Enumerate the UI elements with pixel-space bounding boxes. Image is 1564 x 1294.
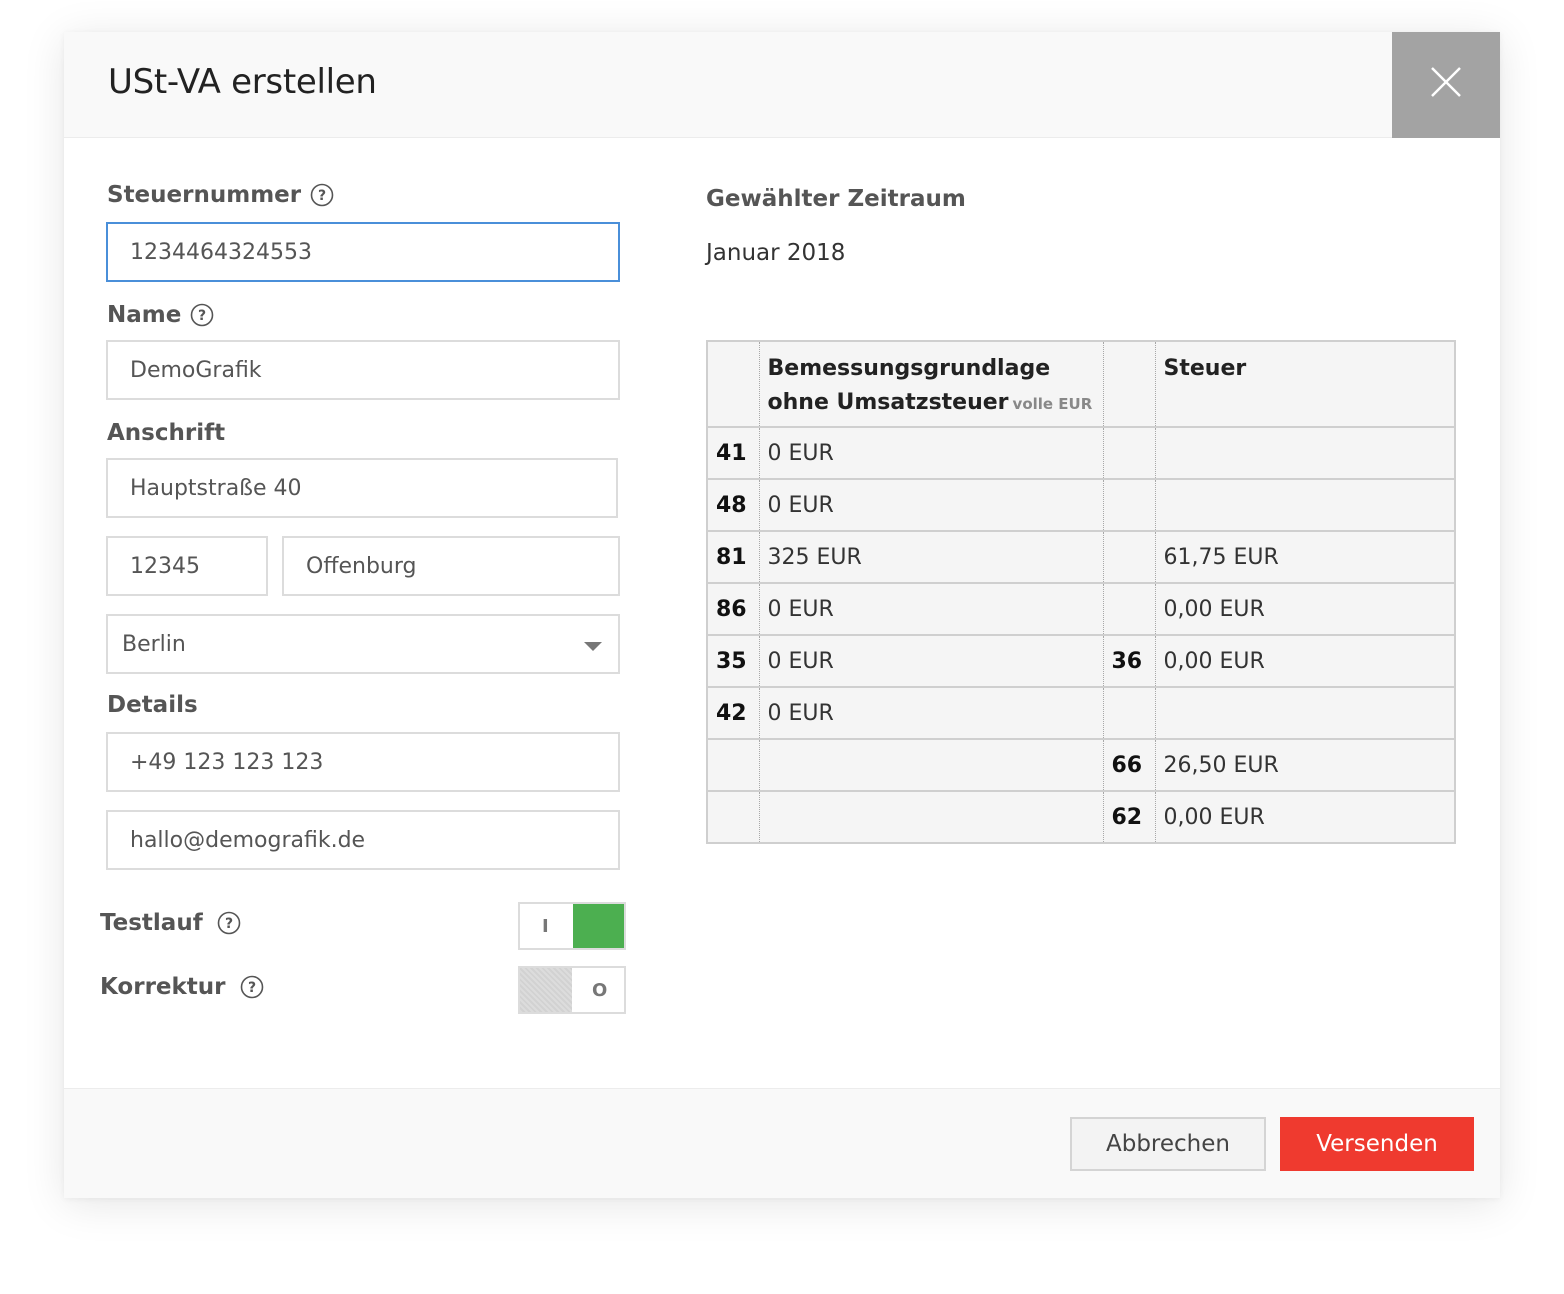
row-code: 81 [707,530,760,584]
table-row: 86 0 EUR 0,00 EUR [707,582,1455,636]
table-row: 81 325 EUR 61,75 EUR [707,530,1455,584]
svg-text:?: ? [225,916,233,932]
row-tax-code [1103,426,1156,480]
row-tax-code [1103,686,1156,740]
name-input[interactable]: DemoGrafik [106,340,620,400]
help-icon[interactable]: ? [190,303,214,327]
correction-toggle[interactable]: O [518,966,626,1014]
name-value: DemoGrafik [130,357,262,383]
row-base: 0 EUR [759,426,1104,480]
row-tax: 26,50 EUR [1155,738,1455,792]
tax-number-label: Steuernummer ? [107,182,334,208]
row-base [759,738,1104,792]
name-label: Name ? [107,302,214,328]
row-tax-code: 36 [1103,634,1156,688]
table-row: 35 0 EUR 36 0,00 EUR [707,634,1455,688]
row-tax [1155,478,1455,532]
row-tax: 0,00 EUR [1155,634,1455,688]
row-base: 0 EUR [759,634,1104,688]
row-code: 41 [707,426,760,480]
dialog-footer: Abbrechen Versenden [64,1088,1500,1198]
street-value: Hauptstraße 40 [130,475,302,501]
row-code: 48 [707,478,760,532]
help-icon[interactable]: ? [310,183,334,207]
table-row: 48 0 EUR [707,478,1455,532]
table-row: 62 0,00 EUR [707,790,1455,844]
phone-value: +49 123 123 123 [130,749,324,775]
row-tax: 0,00 EUR [1155,582,1455,636]
zip-input[interactable]: 12345 [106,536,268,596]
send-button[interactable]: Versenden [1280,1117,1474,1171]
period-heading: Gewählter Zeitraum [706,186,966,212]
toggle-knob [520,968,572,1012]
header-tax-code [1103,340,1156,428]
row-tax-code [1103,530,1156,584]
cancel-button[interactable]: Abbrechen [1070,1117,1266,1171]
correction-label: Korrektur ? [100,974,264,1000]
svg-text:?: ? [247,980,255,996]
testrun-label: Testlauf ? [100,910,241,936]
row-code: 86 [707,582,760,636]
city-value: Offenburg [306,553,417,579]
header-tax: Steuer [1155,340,1455,428]
row-base: 0 EUR [759,686,1104,740]
row-tax: 61,75 EUR [1155,530,1455,584]
zip-value: 12345 [130,553,200,579]
close-button[interactable] [1392,32,1500,138]
row-base [759,790,1104,844]
dialog: USt-VA erstellen Steuernummer ? 12344643… [64,32,1500,1198]
tax-table: Bemessungsgrundlage ohne Umsatzsteuer vol… [706,340,1456,844]
table-row: 66 26,50 EUR [707,738,1455,792]
row-tax-code [1103,582,1156,636]
email-value: hallo@demografik.de [130,827,366,853]
period-value: Januar 2018 [706,240,846,266]
tax-number-value: 1234464324553 [130,239,312,265]
svg-text:?: ? [198,308,206,324]
svg-text:?: ? [318,188,326,204]
table-header-row: Bemessungsgrundlage ohne Umsatzsteuer vol… [707,340,1455,428]
phone-input[interactable]: +49 123 123 123 [106,732,620,792]
table-row: 41 0 EUR [707,426,1455,480]
row-base: 0 EUR [759,582,1104,636]
row-code [707,790,760,844]
city-input[interactable]: Offenburg [282,536,620,596]
state-select[interactable]: Berlin [106,614,620,674]
row-tax-code [1103,478,1156,532]
header-base: Bemessungsgrundlage ohne Umsatzsteuer vol… [759,340,1104,428]
row-code: 35 [707,634,760,688]
street-input[interactable]: Hauptstraße 40 [106,458,618,518]
row-tax [1155,426,1455,480]
header-code [707,340,760,428]
state-value: Berlin [122,631,186,657]
row-tax-code: 62 [1103,790,1156,844]
row-tax [1155,686,1455,740]
row-code: 42 [707,686,760,740]
help-icon[interactable]: ? [240,975,264,999]
close-icon [1431,67,1461,97]
help-icon[interactable]: ? [217,911,241,935]
row-base: 0 EUR [759,478,1104,532]
table-row: 42 0 EUR [707,686,1455,740]
row-code [707,738,760,792]
testrun-toggle-text: I [542,916,549,937]
correction-toggle-text: O [592,980,608,1001]
row-tax: 0,00 EUR [1155,790,1455,844]
dialog-header: USt-VA erstellen [64,32,1500,138]
tax-number-input[interactable]: 1234464324553 [106,222,620,282]
row-tax-code: 66 [1103,738,1156,792]
address-label: Anschrift [107,420,226,446]
details-label: Details [107,692,198,718]
dialog-title: USt-VA erstellen [108,62,377,102]
testrun-toggle[interactable]: I [518,902,626,950]
base-note: volle EUR [1012,395,1093,413]
email-input[interactable]: hallo@demografik.de [106,810,620,870]
row-base: 325 EUR [759,530,1104,584]
chevron-down-icon [584,642,602,651]
toggle-knob [573,904,624,948]
